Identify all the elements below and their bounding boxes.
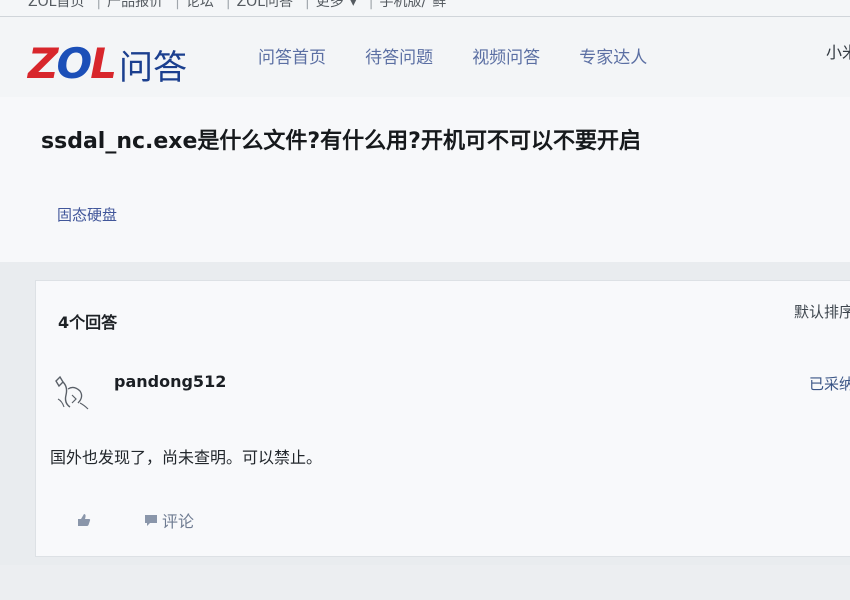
answers-section: 4个回答 默认排序 pandong512 已采纳 国外也发现了，尚未查明。可以禁… [35,280,850,557]
answer-username[interactable]: pandong512 [114,372,226,391]
answer-actions: 评论 [76,508,194,532]
nav-item-experts[interactable]: 专家达人 [579,43,647,68]
topbar-link-products[interactable]: 产品报价 [107,0,163,9]
topbar-link-extra[interactable]: 鲜 [432,0,446,9]
question-title: ssdal_nc.exe是什么文件?有什么用?开机可不可以不要开启 [41,129,641,154]
accepted-badge: 已采纳 [808,375,850,393]
answer-body: 国外也发现了，尚未查明。可以禁止。 [50,448,323,467]
zol-logo[interactable]: Z O L 问答 [28,39,187,88]
topbar-link-more[interactable]: 更多 [316,0,344,9]
topbar-link-mobile[interactable]: 手机版/ [379,0,426,9]
answer-count: 4个回答 [58,313,118,332]
user-link[interactable]: 小米 [826,39,850,63]
topbar-link-zol-home[interactable]: ZOL首页 [28,0,84,9]
like-button[interactable] [76,512,92,528]
logo-title: 问答 [118,47,187,88]
logo-letter-z: Z [28,39,59,88]
topbar-link-forum[interactable]: 论坛 [186,0,214,9]
sort-dropdown[interactable]: 默认排序 [794,301,850,322]
comment-bubble-icon [145,515,157,526]
nav-item-unanswered[interactable]: 待答问题 [365,43,433,68]
nav-item-video-qa[interactable]: 视频问答 [472,43,540,68]
sketch-avatar-icon[interactable] [50,373,92,415]
comment-button[interactable]: 评论 [144,508,194,532]
logo-letter-l: L [90,39,117,88]
logo-letter-o: O [56,39,92,88]
thumbs-up-icon [78,514,91,526]
bottom-strip [0,565,850,600]
page: ZOL首页 | 产品报价 | 论坛 | ZOL问答 | 更多 ▾ | 手机版/鲜 Z O L 问答 问答首页… [0,0,850,600]
nav-item-qa-home[interactable]: 问答首页 [258,43,326,68]
topbar-link-zol-qa[interactable]: ZOL问答 [237,0,293,9]
comment-label: 评论 [162,512,195,531]
header: Z O L 问答 问答首页 待答问题 视频问答 专家达人 小米 [0,17,850,97]
main-nav: 问答首页 待答问题 视频问答 专家达人 [258,43,681,68]
question-tag[interactable]: 固态硬盘 [57,204,117,225]
chevron-down-icon: ▾ [349,0,357,10]
question-section: ssdal_nc.exe是什么文件?有什么用?开机可不可以不要开启 固态硬盘 [0,97,850,262]
site-topbar: ZOL首页 | 产品报价 | 论坛 | ZOL问答 | 更多 ▾ | 手机版/鲜 [0,0,850,17]
